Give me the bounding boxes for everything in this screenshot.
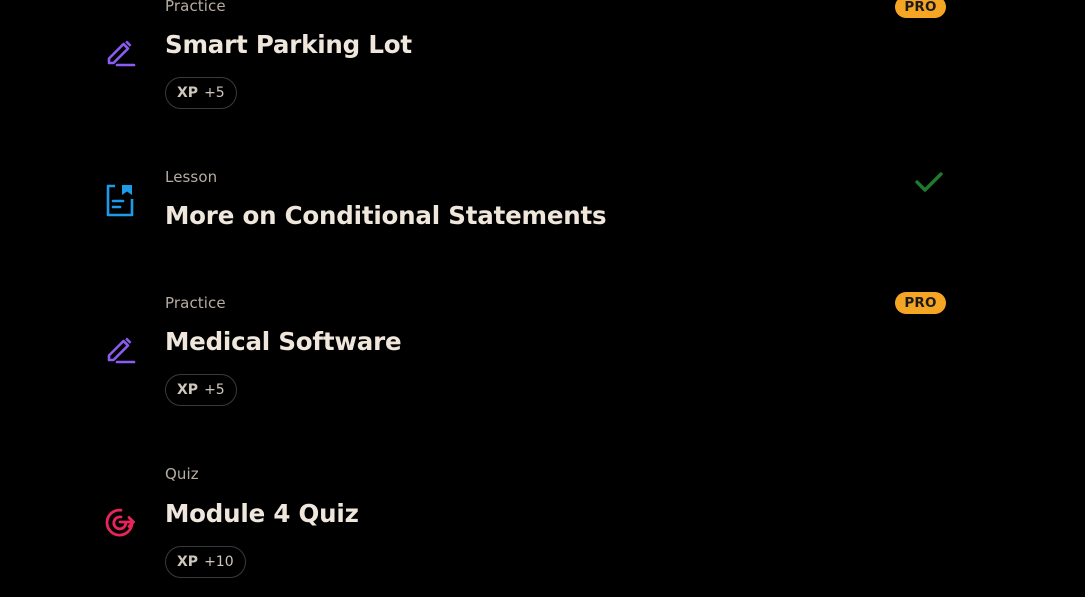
xp-label: XP: [177, 382, 199, 398]
pro-badge: PRO: [895, 292, 946, 314]
xp-label: XP: [177, 85, 199, 101]
list-item-smart-parking-lot[interactable]: Practice PRO Smart Parking Lot XP +5: [0, 0, 1085, 130]
list-item-module-4-quiz[interactable]: Quiz Module 4 Quiz XP +10: [0, 420, 1085, 597]
item-type-label: Practice: [165, 294, 226, 312]
xp-chip: XP +5: [165, 77, 237, 109]
target-icon: [102, 504, 138, 540]
item-type-label: Practice: [165, 0, 226, 15]
xp-value: +10: [204, 554, 234, 570]
xp-chip: XP +10: [165, 546, 246, 578]
document-icon: [102, 182, 138, 218]
item-title[interactable]: Smart Parking Lot: [165, 30, 412, 60]
pencil-icon: [102, 331, 138, 367]
xp-value: +5: [204, 382, 225, 398]
checkmark-icon: [912, 167, 946, 197]
xp-chip: XP +5: [165, 374, 237, 406]
xp-label: XP: [177, 554, 199, 570]
item-title[interactable]: Module 4 Quiz: [165, 499, 359, 529]
xp-value: +5: [204, 85, 225, 101]
item-title[interactable]: More on Conditional Statements: [165, 201, 607, 231]
pro-badge: PRO: [895, 0, 946, 18]
pencil-icon: [102, 34, 138, 70]
list-item-medical-software[interactable]: Practice PRO Medical Software XP +5: [0, 260, 1085, 420]
item-type-label: Lesson: [165, 168, 218, 186]
list-item-more-on-conditional-statements[interactable]: Lesson More on Conditional Statements: [0, 130, 1085, 260]
item-title[interactable]: Medical Software: [165, 327, 402, 357]
item-type-label: Quiz: [165, 465, 199, 483]
